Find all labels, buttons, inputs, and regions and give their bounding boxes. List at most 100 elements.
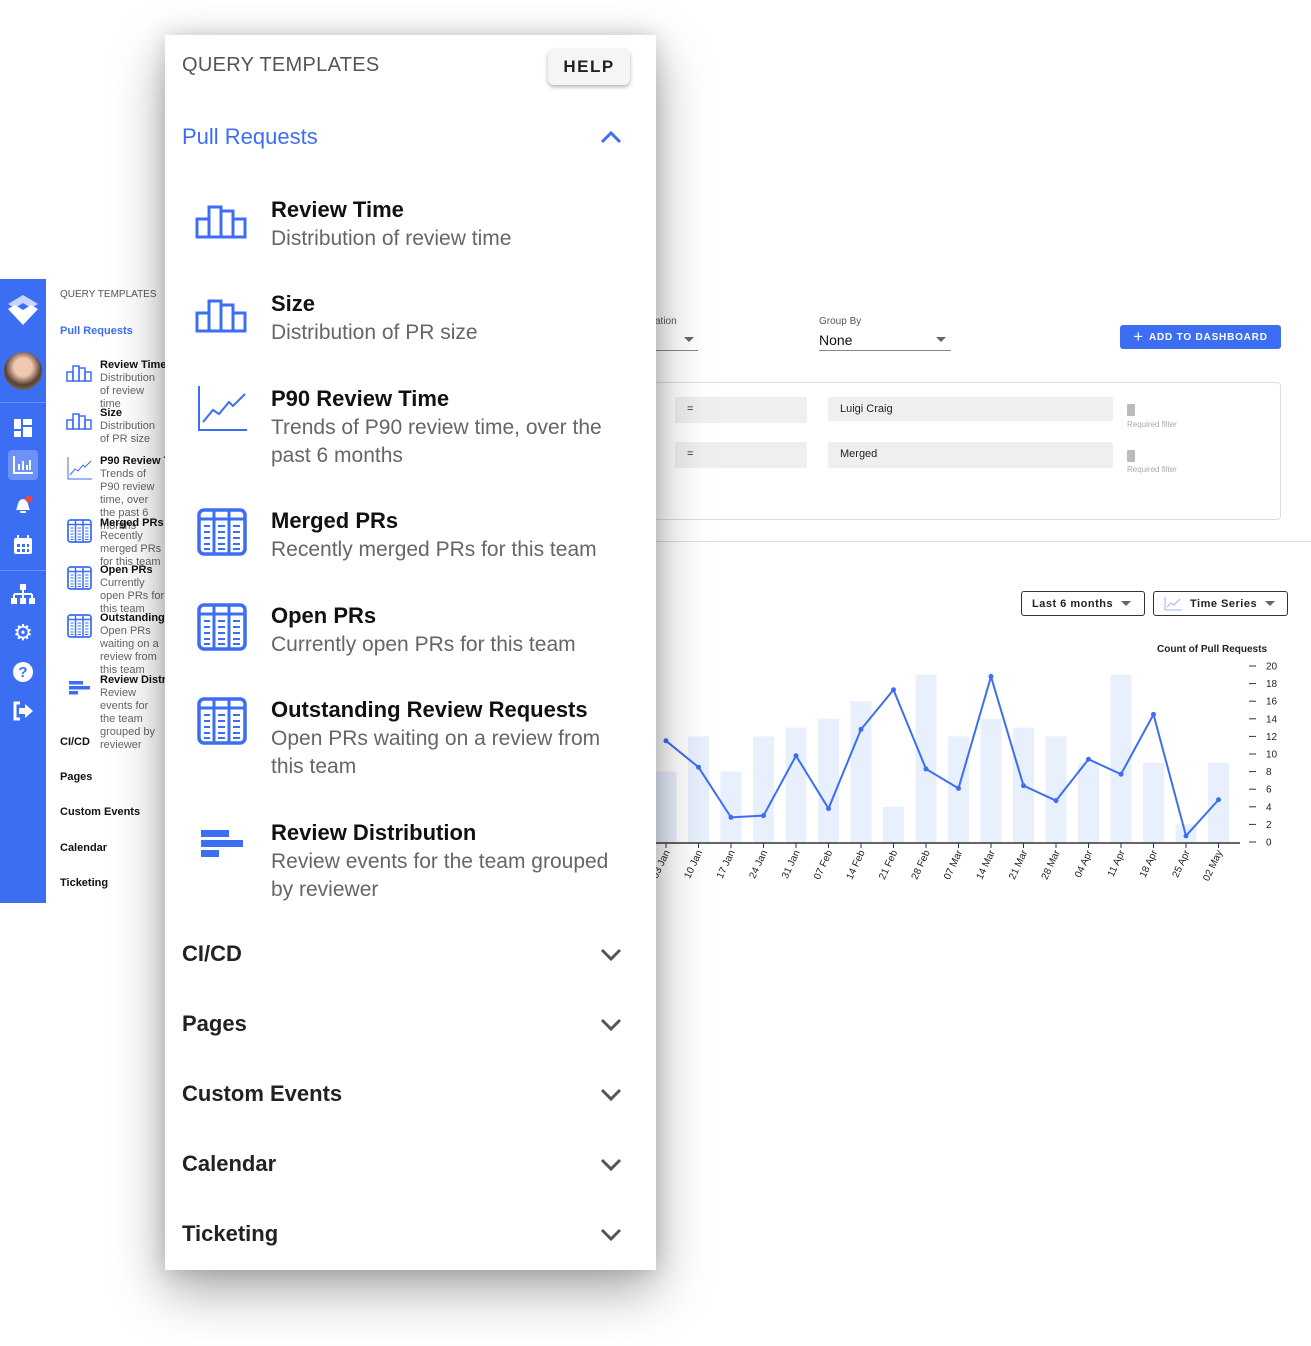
logout-icon[interactable] (8, 696, 38, 726)
filter-value[interactable]: Merged (828, 442, 1113, 468)
template-title: P90 Review Time (271, 386, 450, 411)
mini-section-header[interactable]: Pages (60, 771, 92, 783)
x-tick-label: 28 Feb (910, 848, 933, 881)
section-header[interactable]: Calendar (182, 1151, 622, 1177)
mini-section-header[interactable]: Ticketing (60, 877, 108, 889)
y-tick-label: 8 (1266, 767, 1272, 778)
mini-section-header[interactable]: Calendar (60, 842, 107, 854)
logo-icon[interactable] (4, 291, 42, 329)
x-tick-label: 14 Feb (845, 848, 868, 881)
y-tick-label: 16 (1266, 697, 1278, 708)
template-item[interactable]: Open PRs Currently open PRs for this team (195, 601, 635, 659)
bar (850, 701, 872, 842)
filter-operator[interactable]: = (675, 442, 807, 468)
y-tick-label: 6 (1266, 785, 1272, 796)
chevron-down-icon (600, 1018, 622, 1031)
x-tick-label: 25 Apr (1171, 848, 1193, 879)
mini-section-pull-requests[interactable]: Pull Requests (60, 325, 133, 337)
table-icon (67, 614, 92, 638)
aggregation-select[interactable] (656, 332, 698, 351)
data-point (761, 813, 766, 819)
template-title: Size (271, 291, 316, 316)
template-description: Open PRs waiting on a review from this t… (271, 727, 601, 778)
filter-operator[interactable]: = (675, 397, 807, 423)
chart-type-value: Time Series (1190, 597, 1258, 610)
calendar-icon[interactable] (8, 530, 38, 560)
data-point (891, 687, 896, 693)
table-icon (67, 566, 92, 590)
data-point (826, 806, 831, 812)
caret-down-icon (936, 337, 946, 342)
line-chart-icon (198, 386, 247, 431)
bar (753, 736, 774, 842)
data-point (988, 674, 994, 680)
help-button[interactable]: HELP (548, 49, 630, 85)
trash-icon[interactable] (1127, 450, 1135, 462)
bar-chart-icon (66, 365, 92, 382)
horizontal-bars-icon (69, 681, 90, 695)
template-title: Open PRs (271, 603, 377, 628)
template-item[interactable]: Review Distribution Review events for the… (195, 818, 635, 904)
y-tick-label: 4 (1266, 802, 1272, 813)
filter-value[interactable]: Luigi Craig (828, 397, 1113, 421)
section-header[interactable]: Pages (182, 1011, 622, 1037)
data-point (1053, 798, 1059, 804)
x-tick-label: 11 Apr (1106, 848, 1128, 879)
chevron-up-icon (600, 130, 622, 144)
template-title: Open PRs (100, 564, 153, 576)
mini-section-header[interactable]: Custom Events (60, 806, 140, 818)
chevron-down-icon (600, 1228, 622, 1241)
data-point (728, 814, 734, 820)
y-axis-title: Count of Pull Requests (1157, 644, 1267, 655)
y-tick-label: 2 (1266, 820, 1272, 831)
chart-type-select[interactable]: Time Series (1153, 591, 1288, 616)
x-tick-label: 07 Feb (812, 848, 835, 881)
avatar[interactable] (4, 352, 42, 390)
horizontal-bars-icon (201, 830, 243, 857)
plus-icon: + (1133, 327, 1144, 346)
group-by-label: Group By (819, 316, 862, 327)
template-item[interactable]: Review Time Distribution of review time (195, 195, 635, 253)
section-pull-requests[interactable]: Pull Requests (182, 124, 622, 150)
line-chart-icon (67, 457, 92, 480)
y-tick-label: 10 (1266, 750, 1278, 761)
template-description: Trends of P90 review time, over the past… (271, 416, 602, 467)
template-item[interactable]: Size Distribution of PR size (195, 289, 635, 347)
group-by-select[interactable]: None (819, 332, 951, 351)
query-templates-panel: QUERY TEMPLATES HELP Pull Requests Revie… (165, 35, 656, 1270)
data-point (923, 766, 929, 772)
time-range-select[interactable]: Last 6 months (1021, 591, 1145, 616)
bar-chart-icon (195, 205, 247, 239)
data-point (858, 726, 864, 732)
template-item[interactable]: P90 Review Time Trends of P90 review time… (195, 384, 635, 470)
template-item[interactable]: Merged PRs Recently merged PRs for this t… (195, 506, 635, 564)
template-description: Recently merged PRs for this team (271, 538, 597, 561)
bell-icon[interactable] (8, 490, 38, 520)
y-tick-label: 0 (1266, 838, 1272, 849)
template-description: Currently open PRs for this team (271, 633, 576, 656)
data-point (1183, 833, 1189, 839)
help-icon[interactable]: ? (8, 657, 38, 687)
gear-icon[interactable]: ⚙ (8, 618, 38, 648)
bar (1143, 762, 1164, 842)
x-tick-label: 21 Feb (877, 848, 900, 881)
dashboard-icon[interactable] (8, 413, 38, 443)
divider (0, 570, 46, 571)
y-tick-label: 14 (1266, 714, 1278, 725)
section-header[interactable]: CI/CD (182, 941, 622, 967)
org-chart-icon[interactable] (8, 580, 38, 610)
bar-chart-icon (195, 299, 247, 333)
add-to-dashboard-button[interactable]: + ADD TO DASHBOARD (1120, 325, 1281, 349)
section-header[interactable]: Custom Events (182, 1081, 622, 1107)
x-tick-label: 24 Jan (748, 849, 771, 881)
section-label: Calendar (182, 1151, 277, 1176)
trash-icon[interactable] (1127, 404, 1135, 416)
insights-icon[interactable] (8, 450, 38, 480)
template-title: Review Time (271, 197, 404, 222)
bar (915, 674, 937, 842)
template-item[interactable]: Outstanding Review Requests Open PRs wait… (195, 695, 635, 781)
caret-down-icon (684, 337, 694, 342)
section-header[interactable]: Ticketing (182, 1221, 622, 1247)
template-title: Merged PRs (271, 508, 399, 533)
mini-section-header[interactable]: CI/CD (60, 736, 90, 748)
